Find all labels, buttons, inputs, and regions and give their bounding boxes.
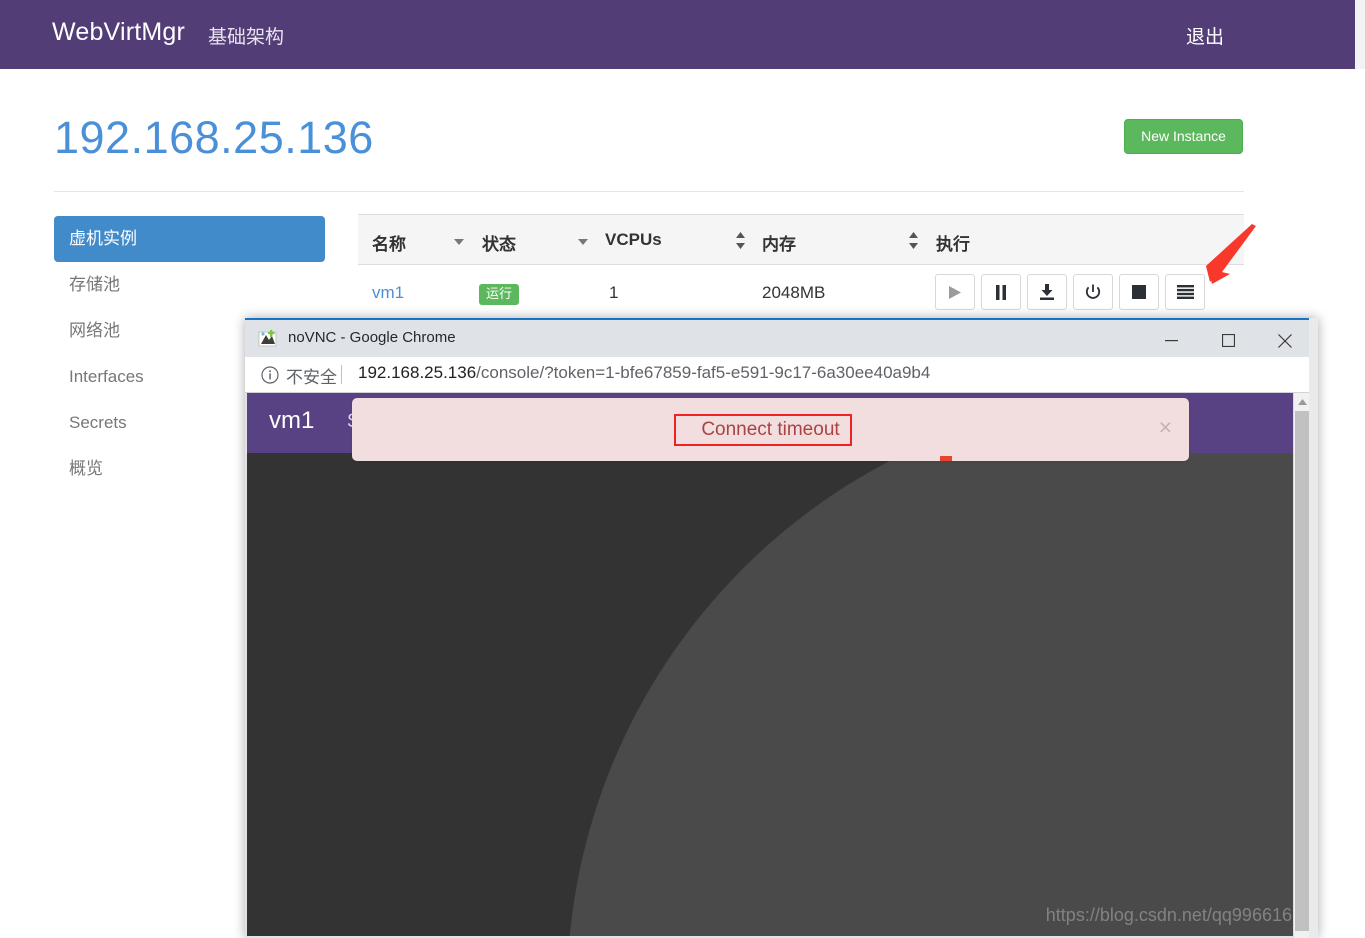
status-badge-cell: 运行 [479,283,520,305]
top-navbar: WebVirtMgr 基础架构 退出 [0,0,1355,69]
not-secure-label: 不安全 [286,368,337,387]
app-brand[interactable]: WebVirtMgr [52,18,185,47]
vcpus-cell: 1 [609,283,619,302]
stop-icon [1132,285,1146,299]
play-icon [948,285,962,300]
column-header-status[interactable]: 状态 [482,230,516,255]
pause-icon [995,284,1007,300]
sort-both-vcpus-icon[interactable] [736,232,745,251]
console-icon [1176,285,1194,299]
chrome-scrollbar[interactable] [1293,393,1309,938]
alert-close-icon[interactable]: × [1159,416,1172,439]
instance-name-link[interactable]: vm1 [372,283,404,303]
page-title: 192.168.25.136 [54,112,374,163]
column-header-name[interactable]: 名称 [372,230,406,255]
table-row: vm1 运行 1 2048MB [358,265,1244,322]
memory-cell: 2048MB [762,283,826,302]
maximize-button[interactable] [1205,322,1251,359]
close-button[interactable] [1262,322,1308,359]
row-action-buttons [935,274,1205,310]
power-icon [1085,284,1101,300]
power-button[interactable] [1073,274,1113,310]
sort-both-memory-icon[interactable] [909,232,918,251]
minimize-button[interactable] [1148,322,1194,359]
column-header-memory[interactable]: 内存 [762,230,796,255]
info-circle-icon[interactable] [261,366,279,389]
start-button[interactable] [935,274,975,310]
nav-link-infrastructure[interactable]: 基础架构 [208,22,284,49]
navbar-right-filler [1355,0,1365,69]
sidebar-item-instances[interactable]: 虚机实例 [54,216,325,262]
chrome-viewport: vm1 S https://blog.csdn.net/qq996616 [247,393,1302,936]
vnc-canvas[interactable]: https://blog.csdn.net/qq996616 [247,453,1302,936]
alert-message: Connect timeout [701,418,840,440]
novnc-brand[interactable]: vm1 [269,407,314,435]
column-header-vcpus[interactable]: VCPUs [605,230,662,250]
url-divider [341,365,342,384]
url-path: /console/?token=1-bfe67859-faf5-e591-9c1… [476,363,931,382]
chrome-window-right-edge [1309,318,1318,938]
window-title: noVNC - Google Chrome [288,329,456,346]
download-button[interactable] [1027,274,1067,310]
column-header-actions: 执行 [936,235,970,254]
url-text[interactable]: 192.168.25.136/console/?token=1-bfe67859… [358,363,930,383]
sidebar-item-storages[interactable]: 存储池 [54,262,325,308]
canvas-circle-decoration [567,453,1302,936]
connect-timeout-alert: Connect timeout × [352,398,1189,461]
stop-button[interactable] [1119,274,1159,310]
logout-link[interactable]: 退出 [1186,22,1224,49]
sort-caret-status-icon[interactable] [578,239,588,245]
chrome-titlebar[interactable]: noVNC - Google Chrome [245,320,1318,357]
download-icon [1039,284,1055,300]
scrollbar-thumb[interactable] [1295,411,1309,931]
sort-caret-name-icon[interactable] [454,239,464,245]
table-header-row: 名称 状态 VCPUs 内存 执行 [358,214,1244,265]
url-host: 192.168.25.136 [358,363,477,382]
watermark-text: https://blog.csdn.net/qq996616 [1045,905,1292,925]
instances-table: 名称 状态 VCPUs 内存 执行 vm1 运行 1 2048MB [358,214,1244,322]
chrome-address-bar[interactable]: 不安全 192.168.25.136/console/?token=1-bfe6… [245,357,1318,393]
header-divider [54,191,1244,192]
console-button[interactable] [1165,274,1205,310]
screen-root: WebVirtMgr 基础架构 退出 192.168.25.136 New In… [0,0,1365,938]
annotation-mark [940,456,952,461]
scroll-up-arrow-icon[interactable] [1294,393,1310,410]
new-instance-button[interactable]: New Instance [1124,119,1243,154]
novnc-favicon-icon [258,329,278,349]
status-badge: 运行 [479,284,520,305]
suspend-button[interactable] [981,274,1021,310]
